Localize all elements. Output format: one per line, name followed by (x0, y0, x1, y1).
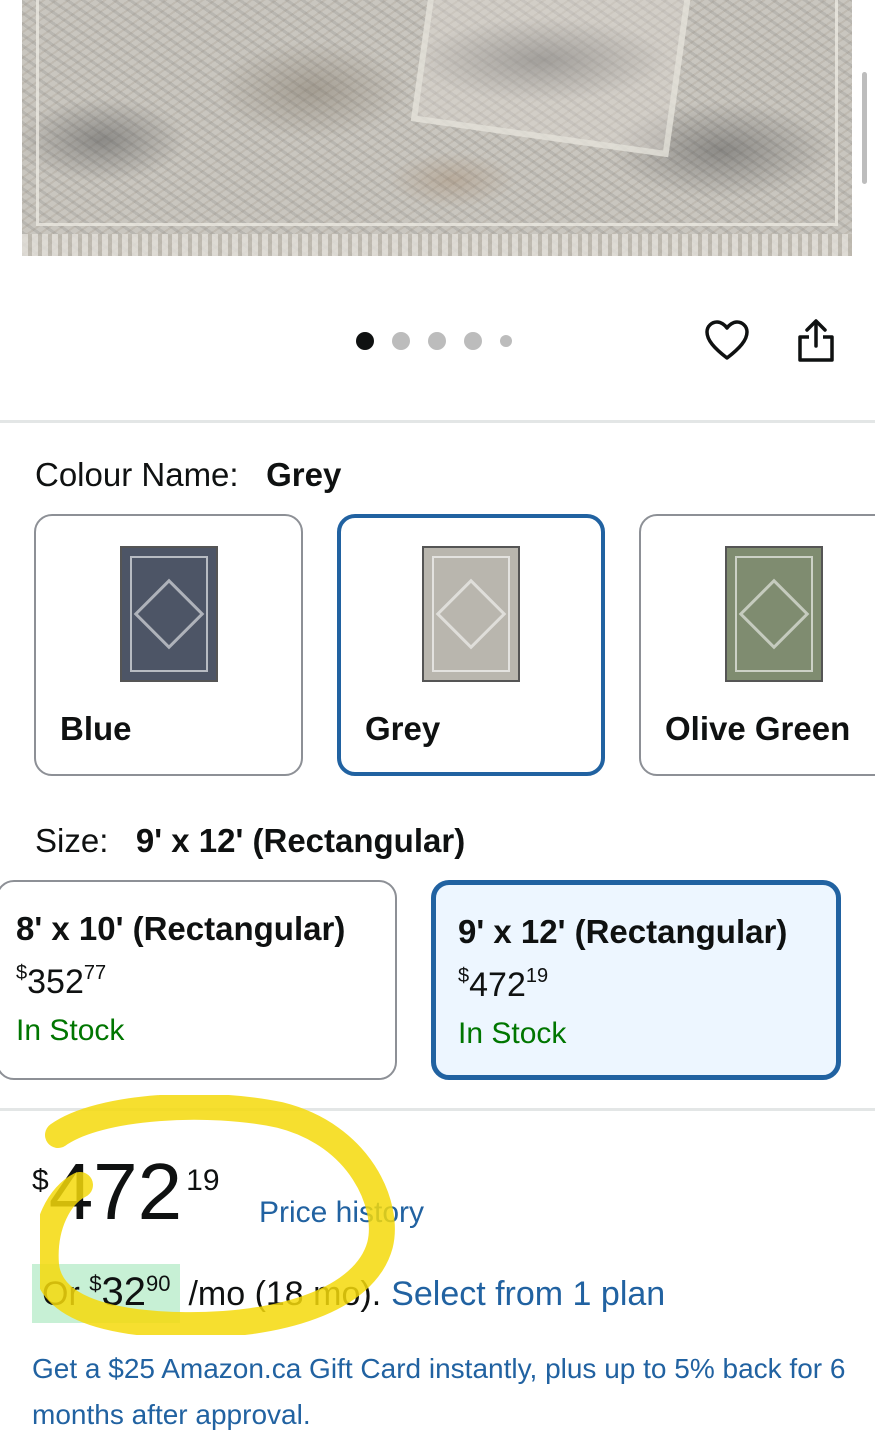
carousel-dots[interactable] (356, 332, 512, 350)
colour-option-label: Blue (60, 710, 132, 747)
stock-status: In Stock (16, 1014, 125, 1047)
size-option-8x10[interactable]: 8' x 10' (Rectangular) $35277 In Stock (0, 880, 397, 1080)
colour-label: Colour Name: (35, 456, 239, 493)
price-whole: 352 (27, 963, 84, 1001)
price-fraction: 19 (525, 965, 549, 987)
colour-option-label: Grey (365, 710, 441, 747)
share-icon[interactable] (795, 318, 837, 364)
rug-thumbnail (119, 546, 218, 682)
installment-whole: 32 (101, 1270, 146, 1314)
colour-label-row: Colour Name: Grey (35, 456, 341, 494)
section-divider (0, 420, 875, 423)
colour-option-olive-green[interactable]: Olive Green (639, 514, 875, 776)
colour-selected: Grey (266, 456, 342, 493)
installment-highlight: Or $3290 (32, 1264, 181, 1323)
price-whole: 472 (469, 966, 526, 1004)
colour-option-blue[interactable]: Blue (34, 514, 303, 776)
main-price: $ 472 19 (32, 1150, 220, 1234)
size-option-name: 8' x 10' (Rectangular) (16, 910, 346, 947)
price-fraction: 77 (83, 962, 107, 984)
product-image[interactable] (22, 0, 852, 256)
size-label-row: Size: 9' x 12' (Rectangular) (35, 822, 465, 860)
currency-symbol: $ (32, 1164, 49, 1197)
size-label: Size: (35, 822, 109, 859)
carousel-dot[interactable] (428, 332, 446, 350)
rug-thumbnail (422, 546, 520, 682)
price-whole: 472 (48, 1147, 183, 1236)
size-option-name: 9' x 12' (Rectangular) (458, 913, 788, 950)
currency-symbol: $ (89, 1271, 102, 1296)
installment-fraction: 90 (145, 1271, 171, 1296)
carousel-dot[interactable] (464, 332, 482, 350)
stock-status: In Stock (458, 1017, 567, 1050)
price-history-link[interactable]: Price history (259, 1196, 424, 1230)
colour-option-label: Olive Green (665, 710, 851, 747)
size-option-9x12[interactable]: 9' x 12' (Rectangular) $47219 In Stock (431, 880, 841, 1080)
size-selected: 9' x 12' (Rectangular) (135, 822, 466, 859)
size-option-price: $47219 (458, 965, 836, 1005)
size-option-price: $35277 (12, 962, 395, 1002)
section-divider (0, 1108, 875, 1111)
installment-row: Or $3290 /mo (18 mo). Select from 1 plan (32, 1264, 665, 1323)
select-plan-link[interactable]: Select from 1 plan (391, 1275, 665, 1314)
carousel-dot[interactable] (392, 332, 410, 350)
gift-card-promo-link[interactable]: Get a $25 Amazon.ca Gift Card instantly,… (32, 1346, 852, 1438)
price-fraction: 19 (186, 1164, 220, 1197)
currency-symbol: $ (16, 962, 28, 984)
heart-icon[interactable] (704, 318, 750, 364)
rug-thumbnail (725, 546, 823, 682)
carousel-dot[interactable] (356, 332, 374, 350)
installment-term: /mo (18 mo). (188, 1275, 382, 1313)
currency-symbol: $ (458, 965, 470, 987)
installment-prefix: Or (42, 1275, 90, 1313)
scrollbar[interactable] (862, 72, 867, 184)
carousel-dot[interactable] (500, 335, 512, 347)
colour-option-grey[interactable]: Grey (337, 514, 605, 776)
